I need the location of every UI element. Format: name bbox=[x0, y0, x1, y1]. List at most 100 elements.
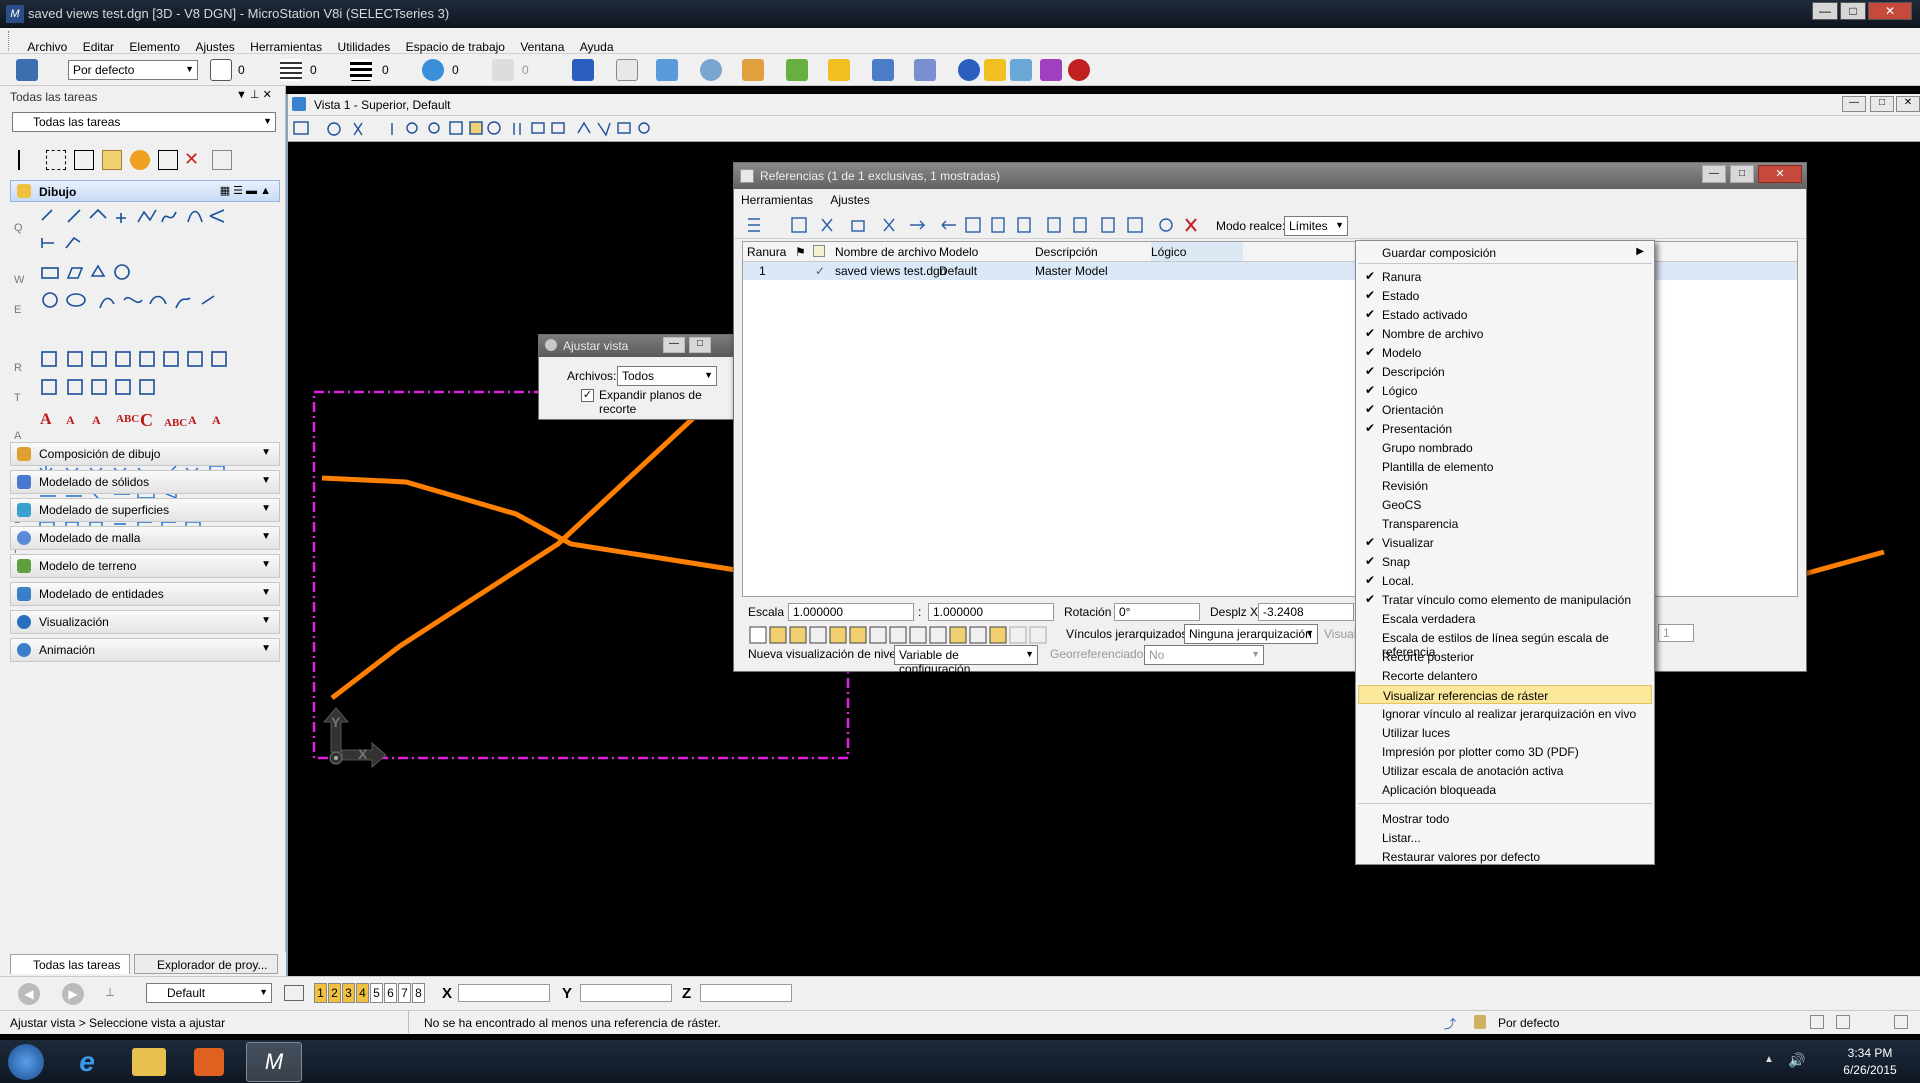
color-value[interactable]: 0 bbox=[238, 63, 245, 77]
view-button-1[interactable]: 1 bbox=[314, 983, 327, 1003]
tasks-combo[interactable]: Todas las tareas ▼ bbox=[12, 112, 276, 132]
menu-item[interactable]: Recorte delantero bbox=[1358, 666, 1652, 685]
menu-utilidades[interactable]: Utilidades bbox=[332, 34, 397, 54]
references-maximize[interactable]: □ bbox=[1730, 165, 1754, 183]
status-icon-1[interactable] bbox=[1810, 1015, 1824, 1029]
view-restore-button[interactable]: □ bbox=[1870, 96, 1894, 112]
status-snap-icon[interactable]: ⤴ bbox=[1444, 1015, 1458, 1031]
status-active-level[interactable]: Por defecto bbox=[1498, 1016, 1559, 1030]
ref-menu-ajustes[interactable]: Ajustes bbox=[823, 189, 876, 207]
view-groups-icon[interactable] bbox=[284, 985, 304, 1001]
info-icon[interactable] bbox=[958, 59, 980, 81]
menu-herramientas[interactable]: Herramientas bbox=[244, 34, 328, 54]
menu-ayuda[interactable]: Ayuda bbox=[574, 34, 620, 54]
light-icon[interactable] bbox=[742, 59, 764, 81]
scale-icon[interactable] bbox=[212, 150, 232, 170]
view-button-6[interactable]: 6 bbox=[384, 983, 397, 1003]
z-coordinate-field[interactable] bbox=[700, 984, 792, 1002]
x-coordinate-field[interactable] bbox=[458, 984, 550, 1002]
start-button[interactable] bbox=[8, 1044, 44, 1080]
expand-clip-checkbox[interactable]: ✓ bbox=[581, 389, 594, 402]
menu-item[interactable]: Escala de estilos de línea según escala … bbox=[1358, 628, 1652, 659]
microstation-taskbar-icon[interactable]: M bbox=[246, 1042, 302, 1082]
menu-item[interactable]: ✔ Ranura bbox=[1358, 267, 1652, 286]
menu-item[interactable]: ✔ Local. bbox=[1358, 571, 1652, 590]
section-modelado-superficies[interactable]: Modelado de superficies ▼ bbox=[10, 498, 280, 522]
col-nombre-archivo[interactable]: Nombre de archivo bbox=[835, 245, 936, 259]
select-element-icon[interactable] bbox=[18, 150, 38, 170]
status-icon-2[interactable] bbox=[1836, 1015, 1850, 1029]
highlight-mode-combo[interactable]: Límites ▼ bbox=[1284, 216, 1348, 236]
view-mode-icons[interactable]: ▦ ☰ ▬ ▲ bbox=[220, 184, 271, 197]
tab-explorador-proyectos[interactable]: Explorador de proy... bbox=[134, 954, 278, 974]
menu-item[interactable]: Grupo nombrado bbox=[1358, 438, 1652, 457]
walk-icon[interactable]: ⟂ bbox=[106, 985, 122, 1001]
menu-item[interactable]: ✔ Visualizar bbox=[1358, 533, 1652, 552]
tray-expand-icon[interactable]: ▲ bbox=[1764, 1054, 1774, 1065]
ref-menu-herramientas[interactable]: Herramientas bbox=[734, 189, 820, 207]
view-close-button[interactable]: ✕ bbox=[1896, 96, 1920, 112]
menu-item[interactable]: Visualizar referencias de ráster bbox=[1358, 685, 1652, 704]
section-modelado-solidos[interactable]: Modelado de sólidos ▼ bbox=[10, 470, 280, 494]
models-icon[interactable] bbox=[616, 59, 638, 81]
display-field[interactable]: 1 bbox=[1658, 624, 1694, 642]
scale-field-1[interactable]: 1.000000 bbox=[788, 603, 914, 621]
priority-value[interactable]: 0 bbox=[522, 63, 529, 77]
no-entry-icon[interactable] bbox=[1068, 59, 1090, 81]
color-icon[interactable] bbox=[210, 59, 232, 81]
menu-item[interactable]: ✔ Snap bbox=[1358, 552, 1652, 571]
view-button-4[interactable]: 4 bbox=[356, 983, 369, 1003]
menu-item[interactable]: ✔ Descripción bbox=[1358, 362, 1652, 381]
menu-item-action[interactable]: Restaurar valores por defecto bbox=[1358, 847, 1652, 866]
toolbox-icon[interactable] bbox=[572, 59, 594, 81]
delete-icon[interactable]: ✕ bbox=[184, 150, 204, 170]
menu-item[interactable]: Aplicación bloqueada bbox=[1358, 780, 1652, 799]
menu-item[interactable]: Plantilla de elemento bbox=[1358, 457, 1652, 476]
link-icon[interactable] bbox=[1010, 59, 1032, 81]
adjust-view-minimize[interactable]: — bbox=[663, 337, 685, 353]
rotation-field[interactable]: 0° bbox=[1114, 603, 1200, 621]
section-composicion-dibujo[interactable]: Composición de dibujo ▼ bbox=[10, 442, 280, 466]
level-combo[interactable]: Por defecto ▼ bbox=[68, 60, 198, 80]
menu-item[interactable]: ✔ Lógico bbox=[1358, 381, 1652, 400]
section-modelado-entidades[interactable]: Modelado de entidades ▼ bbox=[10, 582, 280, 606]
menu-editar[interactable]: Editar bbox=[77, 34, 120, 54]
help-icon[interactable] bbox=[984, 59, 1006, 81]
level-display-combo[interactable]: Variable de configuración ▼ bbox=[894, 645, 1038, 676]
tab-todas-tareas[interactable]: Todas las tareas bbox=[10, 954, 130, 974]
reference-flags-icons[interactable] bbox=[748, 625, 1058, 645]
menu-item[interactable]: Ignorar vínculo al realizar jerarquizaci… bbox=[1358, 704, 1652, 723]
element-selection-icon[interactable] bbox=[74, 150, 94, 170]
view-minimize-button[interactable]: — bbox=[1842, 96, 1866, 112]
menu-item[interactable]: Revisión bbox=[1358, 476, 1652, 495]
level-manager-icon[interactable] bbox=[16, 59, 38, 81]
offset-x-field[interactable]: -3.2408 bbox=[1258, 603, 1354, 621]
priority-icon[interactable] bbox=[492, 59, 514, 81]
view-button-2[interactable]: 2 bbox=[328, 983, 341, 1003]
view-button-3[interactable]: 3 bbox=[342, 983, 355, 1003]
clock-time[interactable]: 3:34 PM bbox=[1840, 1046, 1900, 1060]
minimize-button[interactable]: — bbox=[1812, 2, 1838, 20]
drawing-section-header[interactable]: Dibujo ▦ ☰ ▬ ▲ bbox=[10, 180, 280, 202]
menu-item[interactable]: ✔ Estado bbox=[1358, 286, 1652, 305]
menu-espacio-trabajo[interactable]: Espacio de trabajo bbox=[400, 34, 511, 54]
scale-field-2[interactable]: 1.000000 bbox=[928, 603, 1054, 621]
menu-item-action[interactable]: Mostrar todo bbox=[1358, 809, 1652, 828]
view-button-7[interactable]: 7 bbox=[398, 983, 411, 1003]
col-file-icon[interactable] bbox=[813, 245, 825, 257]
transparency-value[interactable]: 0 bbox=[452, 63, 459, 77]
section-modelado-malla[interactable]: Modelado de malla ▼ bbox=[10, 526, 280, 550]
section-animacion[interactable]: Animación ▼ bbox=[10, 638, 280, 662]
menu-item[interactable]: Recorte posterior bbox=[1358, 647, 1652, 666]
menu-item[interactable]: ✔ Estado activado bbox=[1358, 305, 1652, 324]
menu-item[interactable]: Utilizar escala de anotación activa bbox=[1358, 761, 1652, 780]
menu-elemento[interactable]: Elemento bbox=[123, 34, 186, 54]
menu-archivo[interactable]: Archivo bbox=[21, 34, 73, 54]
adjust-view-maximize[interactable]: □ bbox=[689, 337, 711, 353]
grid-icon[interactable] bbox=[1040, 59, 1062, 81]
references-close[interactable]: ✕ bbox=[1758, 165, 1802, 183]
fence-icon[interactable] bbox=[46, 150, 66, 170]
menu-item[interactable]: ✔ Modelo bbox=[1358, 343, 1652, 362]
section-visualizacion[interactable]: Visualización ▼ bbox=[10, 610, 280, 634]
menu-item[interactable]: Utilizar luces bbox=[1358, 723, 1652, 742]
